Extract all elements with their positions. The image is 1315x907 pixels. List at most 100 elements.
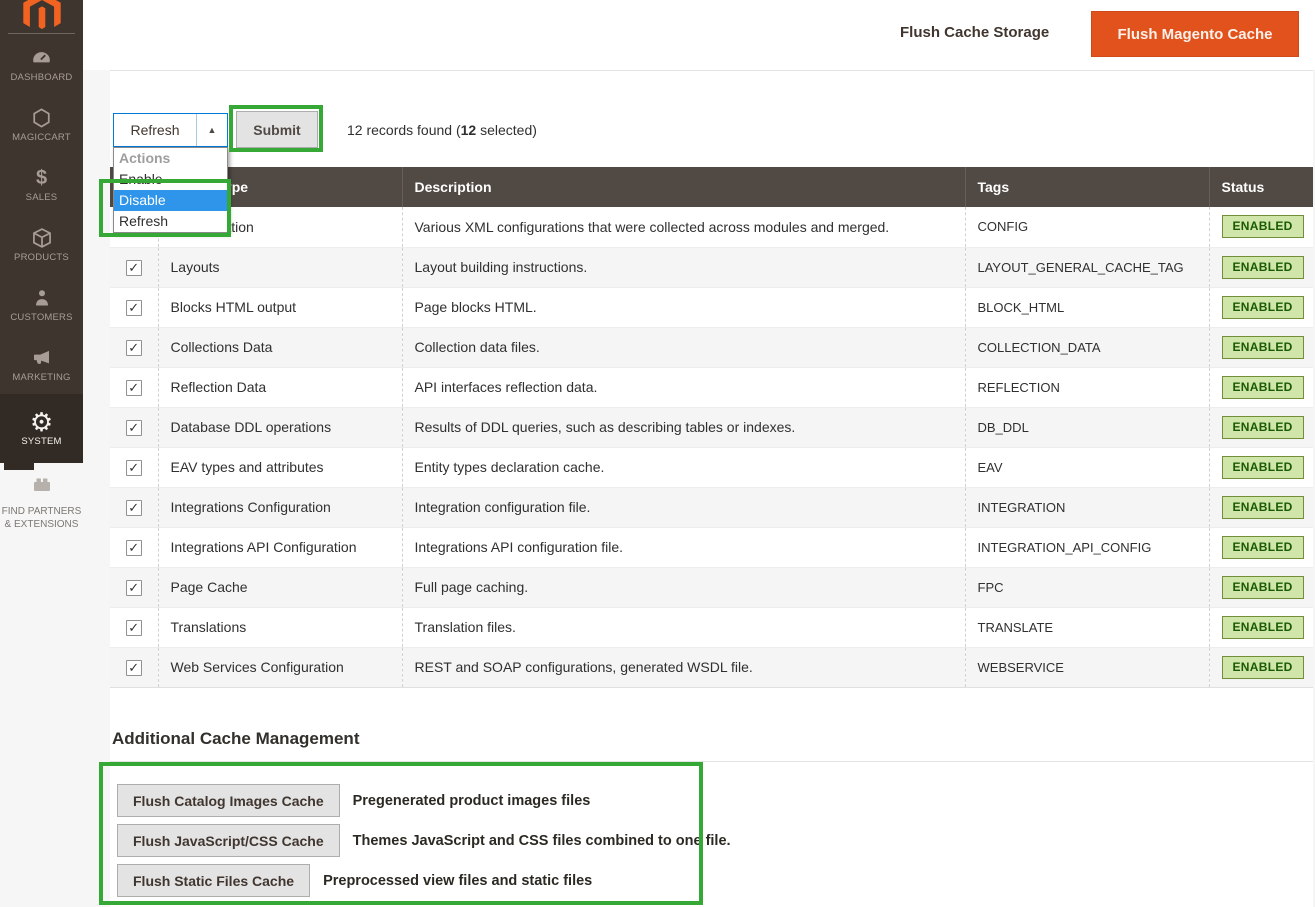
sidebar-selected-notch	[4, 463, 34, 470]
sidebar-item-dashboard[interactable]: DASHBOARD	[0, 34, 83, 94]
table-row: ✓Web Services ConfigurationREST and SOAP…	[110, 647, 1313, 687]
flush-button-description: Pregenerated product images files	[353, 793, 591, 809]
row-checkbox[interactable]: ✓	[126, 660, 142, 676]
cache-type-cell: Blocks HTML output	[158, 287, 402, 327]
grid-header-row: Cache Type Description Tags Status	[110, 167, 1313, 207]
status-badge: ENABLED	[1222, 456, 1304, 479]
sidebar-item-sales[interactable]: $SALES	[0, 154, 83, 214]
additional-cache-row: Flush Catalog Images Cache Pregenerated p…	[117, 784, 590, 817]
row-checkbox[interactable]: ✓	[126, 380, 142, 396]
flush-magento-cache-button[interactable]: Flush Magento Cache	[1091, 11, 1299, 57]
dropdown-option-enable[interactable]: Enable	[114, 169, 227, 190]
row-checkbox[interactable]: ✓	[126, 340, 142, 356]
cache-type-cell: Page Cache	[158, 567, 402, 607]
table-row: ✓LayoutsLayout building instructions.LAY…	[110, 247, 1313, 287]
dropdown-group-label: Actions	[114, 148, 227, 169]
magento-logo-icon[interactable]	[0, 0, 83, 32]
sidebar-item-label: SYSTEM	[21, 437, 61, 447]
row-checkbox[interactable]: ✓	[126, 420, 142, 436]
tags-cell: INTEGRATION	[965, 487, 1209, 527]
sidebar-item-system[interactable]: ⚙SYSTEM	[0, 394, 83, 463]
cache-type-cell: Collections Data	[158, 327, 402, 367]
status-cell: ENABLED	[1209, 647, 1313, 687]
row-checkbox[interactable]: ✓	[126, 540, 142, 556]
table-row: ✓ Collections DataCollection data files.C…	[110, 327, 1313, 367]
sidebar-item-label: MARKETING	[12, 373, 70, 383]
find-partners-link[interactable]: FIND PARTNERS & EXTENSIONS	[0, 472, 83, 531]
row-checkbox[interactable]: ✓	[126, 300, 142, 316]
row-checkbox[interactable]: ✓	[126, 500, 142, 516]
additional-cache-row: Flush Static Files Cache Preprocessed vie…	[117, 864, 592, 897]
status-badge: ENABLED	[1222, 256, 1304, 279]
lego-brick-icon	[0, 472, 83, 501]
column-header-description: Description	[402, 167, 965, 207]
status-cell: ENABLED	[1209, 607, 1313, 647]
records-count-text: 12 records found (12 selected)	[347, 122, 537, 138]
sidebar-item-products[interactable]: PRODUCTS	[0, 214, 83, 274]
status-cell: ENABLED	[1209, 247, 1313, 287]
status-badge: ENABLED	[1222, 536, 1304, 559]
cache-type-cell: Reflection Data	[158, 367, 402, 407]
description-cell: Page blocks HTML.	[402, 287, 965, 327]
tags-cell: COLLECTION_DATA	[965, 327, 1209, 367]
status-badge: ENABLED	[1222, 496, 1304, 519]
sidebar-item-magiccart[interactable]: MAGICCART	[0, 94, 83, 154]
submit-button[interactable]: Submit	[236, 111, 318, 148]
sidebar-item-customers[interactable]: CUSTOMERS	[0, 274, 83, 334]
status-cell: ENABLED	[1209, 207, 1313, 247]
status-cell: ENABLED	[1209, 327, 1313, 367]
flush-button-0[interactable]: Flush Catalog Images Cache	[117, 784, 340, 817]
select-arrow-up-icon[interactable]: ▲	[196, 114, 227, 146]
person-icon	[32, 286, 52, 310]
description-cell: Translation files.	[402, 607, 965, 647]
sidebar-item-label: CUSTOMERS	[10, 313, 72, 323]
box-icon	[31, 226, 53, 250]
mass-action-dropdown-list: ActionsEnableDisableRefresh	[113, 147, 228, 233]
table-row: ✓ Blocks HTML outputPage blocks HTML.BLOC…	[110, 287, 1313, 327]
gauge-icon	[30, 46, 53, 70]
hexagon-icon	[31, 106, 52, 130]
tags-cell: WEBSERVICE	[965, 647, 1209, 687]
cache-type-cell: Layouts	[158, 247, 402, 287]
flush-button-description: Preprocessed view files and static files	[323, 873, 592, 889]
tags-cell: DB_DDL	[965, 407, 1209, 447]
cache-type-cell: Database DDL operations	[158, 407, 402, 447]
sidebar-item-marketing[interactable]: MARKETING	[0, 334, 83, 394]
flush-button-2[interactable]: Flush Static Files Cache	[117, 864, 310, 897]
description-cell: Results of DDL queries, such as describi…	[402, 407, 965, 447]
tags-cell: INTEGRATION_API_CONFIG	[965, 527, 1209, 567]
status-cell: ENABLED	[1209, 487, 1313, 527]
sidebar-item-label: SALES	[26, 193, 58, 203]
description-cell: Layout building instructions.	[402, 247, 965, 287]
row-checkbox[interactable]: ✓	[126, 460, 142, 476]
row-checkbox[interactable]: ✓	[126, 620, 142, 636]
sidebar-nav: DASHBOARD MAGICCART $SALESPRODUCTS CUSTOMER…	[0, 34, 83, 463]
tags-cell: BLOCK_HTML	[965, 287, 1209, 327]
description-cell: Full page caching.	[402, 567, 965, 607]
status-cell: ENABLED	[1209, 367, 1313, 407]
row-checkbox[interactable]: ✓	[126, 580, 142, 596]
cache-grid: Cache Type Description Tags Status ✓Conf…	[110, 167, 1313, 688]
status-badge: ENABLED	[1222, 416, 1304, 439]
status-cell: ENABLED	[1209, 527, 1313, 567]
tags-cell: TRANSLATE	[965, 607, 1209, 647]
description-cell: Various XML configurations that were col…	[402, 207, 965, 247]
status-cell: ENABLED	[1209, 407, 1313, 447]
description-cell: Collection data files.	[402, 327, 965, 367]
table-row: ✓Integrations API ConfigurationIntegrati…	[110, 527, 1313, 567]
sidebar-item-label: MAGICCART	[12, 133, 71, 143]
row-checkbox[interactable]: ✓	[126, 260, 142, 276]
flush-cache-storage-button[interactable]: Flush Cache Storage	[900, 24, 1049, 41]
status-badge: ENABLED	[1222, 656, 1304, 679]
mass-action-selected-value: Refresh	[114, 114, 196, 146]
dropdown-option-refresh[interactable]: Refresh	[114, 211, 227, 232]
tags-cell: EAV	[965, 447, 1209, 487]
dropdown-option-disable[interactable]: Disable	[114, 190, 227, 211]
sidebar-item-label: DASHBOARD	[11, 73, 73, 83]
table-row: ✓TranslationsTranslation files.TRANSLATE…	[110, 607, 1313, 647]
flush-button-1[interactable]: Flush JavaScript/CSS Cache	[117, 824, 340, 857]
table-row: ✓Reflection DataAPI interfaces reflectio…	[110, 367, 1313, 407]
mass-action-select[interactable]: Refresh ▲	[113, 113, 228, 147]
find-partners-line1: FIND PARTNERS	[0, 505, 83, 518]
status-cell: ENABLED	[1209, 567, 1313, 607]
